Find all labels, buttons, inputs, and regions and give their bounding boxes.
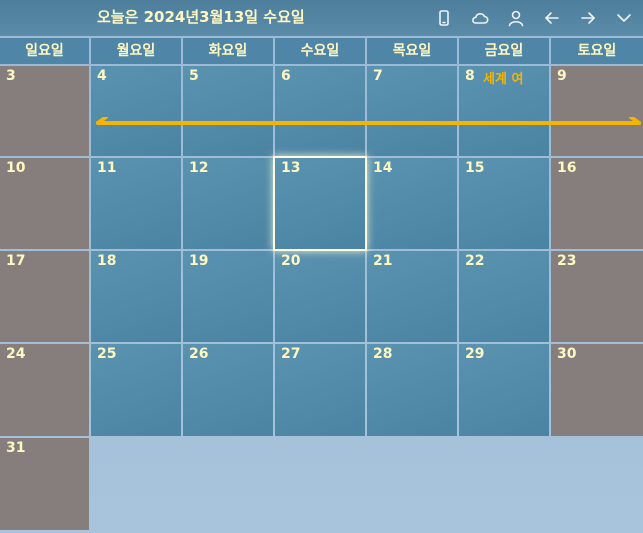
- day-cell[interactable]: 18: [91, 251, 181, 342]
- day-cell[interactable]: 3: [0, 66, 89, 156]
- event-label[interactable]: 세계 여: [483, 68, 523, 87]
- day-cell-today[interactable]: 13: [273, 156, 367, 251]
- day-cell[interactable]: 5: [183, 66, 273, 156]
- day-number: 19: [189, 253, 209, 269]
- weekday-header-row: 일요일 월요일 화요일 수요일 목요일 금요일 토요일: [0, 38, 643, 64]
- weekday-header-thursday: 목요일: [367, 38, 457, 64]
- day-number: 16: [557, 160, 577, 176]
- day-cell[interactable]: 20: [275, 251, 365, 342]
- day-number: 7: [373, 68, 383, 84]
- weekday-header-sunday: 일요일: [0, 38, 89, 64]
- day-cell[interactable]: 30: [551, 344, 643, 436]
- day-number: 23: [557, 253, 577, 269]
- day-number: 20: [281, 253, 301, 269]
- day-number: 30: [557, 346, 577, 362]
- day-number: 28: [373, 346, 393, 362]
- day-number: 14: [373, 160, 393, 176]
- weekday-header-saturday: 토요일: [551, 38, 643, 64]
- day-cell[interactable]: 29: [459, 344, 549, 436]
- day-cell[interactable]: 24: [0, 344, 89, 436]
- day-cell[interactable]: 6: [275, 66, 365, 156]
- chevron-down-icon[interactable]: [614, 8, 634, 28]
- day-number: 22: [465, 253, 485, 269]
- day-number: 25: [97, 346, 117, 362]
- user-icon[interactable]: [506, 8, 526, 28]
- day-cell[interactable]: 4: [91, 66, 181, 156]
- day-cell[interactable]: 28: [367, 344, 457, 436]
- day-cell[interactable]: 26: [183, 344, 273, 436]
- weekday-header-friday: 금요일: [459, 38, 549, 64]
- day-number: 3: [6, 68, 16, 84]
- day-cell[interactable]: 17: [0, 251, 89, 342]
- arrow-right-icon[interactable]: [578, 8, 598, 28]
- day-cell[interactable]: 15: [459, 158, 549, 249]
- day-cell[interactable]: 7: [367, 66, 457, 156]
- day-number: 6: [281, 68, 291, 84]
- day-number: 9: [557, 68, 567, 84]
- arrow-left-icon[interactable]: [542, 8, 562, 28]
- today-date-label: 오늘은 2024년3월13일 수요일: [97, 8, 305, 26]
- day-cell[interactable]: 23: [551, 251, 643, 342]
- day-number: 4: [97, 68, 107, 84]
- day-cell[interactable]: 9: [551, 66, 643, 156]
- day-cell[interactable]: 10: [0, 158, 89, 249]
- day-number: 27: [281, 346, 301, 362]
- phone-icon[interactable]: [434, 8, 454, 28]
- cloud-icon[interactable]: [470, 8, 490, 28]
- weekday-header-wednesday: 수요일: [275, 38, 365, 64]
- day-cell[interactable]: 11: [91, 158, 181, 249]
- weekday-header-tuesday: 화요일: [183, 38, 273, 64]
- day-cell[interactable]: 31: [0, 438, 89, 530]
- day-cell[interactable]: 14: [367, 158, 457, 249]
- day-number: 12: [189, 160, 209, 176]
- day-number: 8: [465, 68, 475, 84]
- day-number: 21: [373, 253, 393, 269]
- day-number: 29: [465, 346, 485, 362]
- top-bar: 오늘은 2024년3월13일 수요일: [0, 0, 643, 36]
- day-number: 11: [97, 160, 117, 176]
- weekday-header-monday: 월요일: [91, 38, 181, 64]
- day-cell[interactable]: 21: [367, 251, 457, 342]
- day-cell[interactable]: 19: [183, 251, 273, 342]
- day-number: 18: [97, 253, 117, 269]
- day-cell[interactable]: 12: [183, 158, 273, 249]
- event-span-bar[interactable]: [94, 117, 643, 129]
- day-number: 24: [6, 346, 26, 362]
- day-cell[interactable]: 25: [91, 344, 181, 436]
- day-cell[interactable]: 22: [459, 251, 549, 342]
- day-cell[interactable]: 16: [551, 158, 643, 249]
- day-number: 17: [6, 253, 26, 269]
- day-number: 31: [6, 440, 26, 456]
- day-number: 13: [281, 160, 301, 176]
- day-number: 15: [465, 160, 485, 176]
- day-number: 26: [189, 346, 209, 362]
- day-cell[interactable]: 8 세계 여: [459, 66, 549, 156]
- day-number: 10: [6, 160, 26, 176]
- day-cell[interactable]: 27: [275, 344, 365, 436]
- day-number: 5: [189, 68, 199, 84]
